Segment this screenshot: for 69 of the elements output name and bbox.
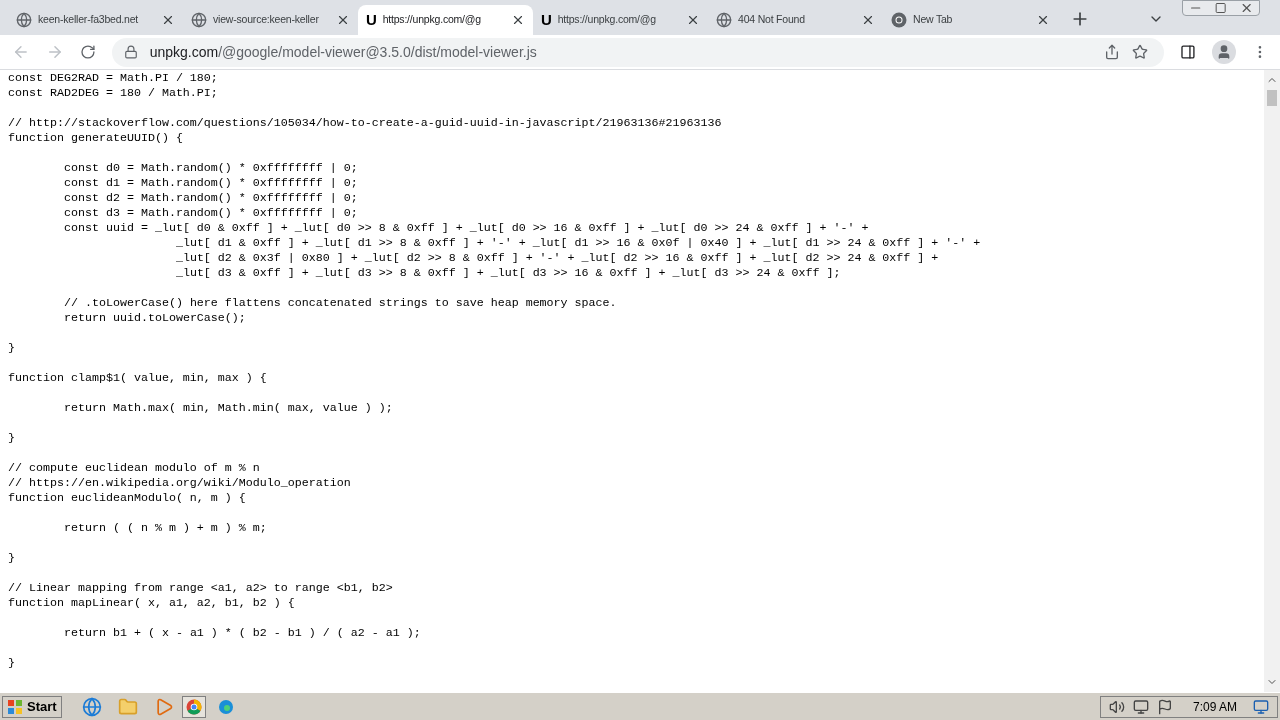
code-line: // .toLowerCase() here flattens concatenated strings to save heap memory space. (62, 296, 617, 311)
code-line: const d0 = Math.random() * 0xffffffff | 0; (62, 161, 358, 176)
code-line: const DEG2RAD = Math.PI / 180; (8, 71, 218, 86)
tab-title: https://unpkg.com/@g (557, 12, 657, 28)
code-line: // compute euclidean modulo of m % n (8, 461, 260, 476)
side-panel-icon[interactable] (1180, 44, 1197, 60)
close-icon[interactable] (161, 13, 175, 27)
browser-tab[interactable]: U https://unpkg.com/@g (358, 5, 533, 35)
flag-icon[interactable] (1156, 698, 1173, 715)
browser-logo-icon (891, 12, 907, 28)
code-line: const uuid = _lut[ d0 & 0xff ] + _lut[ d0 >> 8 & 0xff ] + _lut[ d0 >> 16 & 0xff ] + _lut[ d0 >> 24 & 0xff ] + '-' + (62, 221, 869, 236)
code-line: _lut[ d1 & 0xff ] + _lut[ d1 >> 8 & 0xff ] + '-' + _lut[ d1 >> 16 & 0x0f | 0x40 ] + _lut[ d1 >> 24 & 0xff ] + '-' + (174, 236, 981, 251)
site-logo: U (366, 12, 377, 28)
address-bar[interactable]: unpkg.com/@google/model-viewer@3.5.0/dist/model-viewer.js (111, 37, 1165, 67)
browser-tab[interactable]: U https://unpkg.com/@g (533, 5, 708, 35)
tab-title: 404 Not Found (738, 12, 806, 28)
clock: 7:09 AM (1192, 698, 1237, 716)
close-icon[interactable] (336, 13, 350, 27)
tab-title: keen-keller-fa3bed.net (38, 12, 140, 28)
start-button[interactable]: Start (2, 695, 62, 718)
code-line: const d3 = Math.random() * 0xffffffff | 0; (62, 206, 358, 221)
scrollbar-thumb[interactable] (1267, 90, 1277, 106)
speaker-icon[interactable] (1108, 698, 1125, 715)
browser-tab[interactable]: 404 Not Found (708, 5, 883, 35)
browser-icon[interactable] (81, 696, 102, 717)
site-logo: U (541, 12, 552, 28)
browser-logo-icon (185, 698, 202, 715)
globe-icon (716, 12, 732, 28)
code-line: // https://en.wikipedia.org/wiki/Modulo_operation (8, 476, 351, 491)
code-line: } (8, 551, 15, 566)
code-line: // http://stackoverflow.com/questions/105034/how-to-create-a-guid-uuid-in-javascript/21963136#21963136 (8, 116, 722, 131)
globe-icon (16, 12, 32, 28)
code-line: return Math.max( min, Math.min( max, value ) ); (62, 401, 393, 416)
globe-icon (191, 12, 207, 28)
share-icon[interactable] (1104, 44, 1121, 60)
code-line: function clamp$1( value, min, max ) { (8, 371, 267, 386)
code-line: function euclideanModulo( n, m ) { (8, 491, 246, 506)
browser-tab[interactable]: keen-keller-fa3bed.net (8, 5, 183, 35)
code-line: } (8, 656, 15, 671)
windows-logo-icon (7, 698, 23, 715)
tab-title: https://unpkg.com/@g (382, 12, 482, 28)
reload-icon[interactable] (79, 44, 96, 60)
code-line: const RAD2DEG = 180 / Math.PI; (8, 86, 218, 101)
lock-icon (123, 45, 138, 59)
code-line: _lut[ d2 & 0x3f | 0x80 ] + _lut[ d2 >> 8 & 0xff ] + '-' + _lut[ d2 >> 16 & 0xff ] + _lut[ d2 >> 24 & 0xff ] + (174, 251, 939, 266)
close-icon[interactable] (686, 13, 700, 27)
code-line: _lut[ d3 & 0xff ] + _lut[ d3 >> 8 & 0xff ] + _lut[ d3 >> 16 & 0xff ] + _lut[ d3 >> 24 & 0xff ]; (174, 266, 841, 281)
code-line: return uuid.toLowerCase(); (62, 311, 246, 326)
code-line: const d2 = Math.random() * 0xffffffff | 0; (62, 191, 358, 206)
bookmark-star-icon[interactable] (1132, 44, 1149, 60)
browser-tab[interactable]: New Tab (883, 5, 1058, 35)
code-line: } (8, 341, 15, 356)
browser-tab[interactable]: view-source:keen-keller (183, 5, 358, 35)
active-app-button[interactable] (181, 695, 206, 718)
code-line: function generateUUID() { (8, 131, 183, 146)
code-line: const d1 = Math.random() * 0xffffffff | 0; (62, 176, 358, 191)
profile-avatar[interactable] (1212, 40, 1237, 64)
tab-title: New Tab (913, 12, 954, 28)
tab-title: view-source:keen-keller (213, 12, 320, 28)
desktop-icon[interactable] (1253, 698, 1269, 715)
close-icon[interactable] (861, 13, 875, 27)
code-line: function mapLinear( x, a1, a2, b1, b2 ) { (8, 596, 295, 611)
code-line: return ( ( n % m ) + m ) % m; (62, 521, 267, 536)
close-icon[interactable] (1036, 13, 1050, 27)
close-icon[interactable] (511, 13, 525, 27)
code-line: return b1 + ( x - a1 ) * ( b2 - b1 ) / ( a2 - a1 ); (62, 626, 421, 641)
code-line: } (8, 431, 15, 446)
url-text: unpkg.com/@google/model-viewer@3.5.0/dist/model-viewer.js (149, 42, 538, 62)
code-line: // Linear mapping from range <a1, a2> to range <b1, b2> (8, 581, 393, 596)
